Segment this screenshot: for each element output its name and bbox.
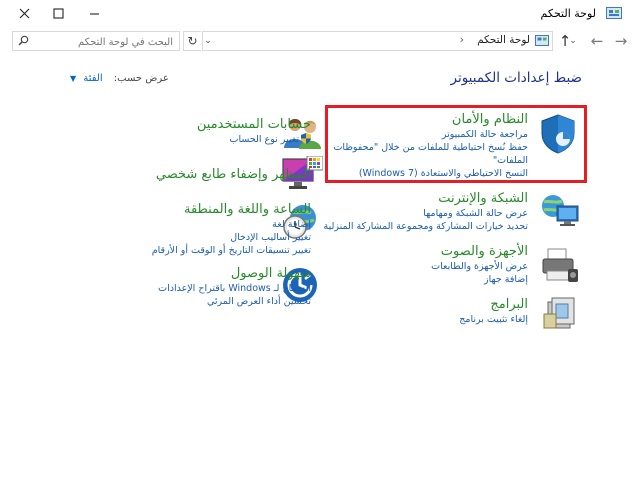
view-by: عرض حسب: الفئة ▼	[70, 73, 169, 84]
link-input-methods[interactable]: تغيير أساليب الإدخال	[51, 231, 311, 244]
category-appearance: المظهر وإضفاء طابع شخصي	[61, 166, 311, 183]
close-icon	[19, 8, 29, 18]
maximize-button[interactable]	[48, 5, 68, 21]
shield-icon[interactable]	[538, 113, 578, 155]
maximize-icon	[52, 7, 64, 19]
search-box[interactable]	[12, 31, 180, 51]
minimize-button[interactable]	[84, 5, 104, 21]
link-optimize-display[interactable]: تحسين أداء العرض المرئي	[51, 295, 311, 308]
address-dropdown-button[interactable]: ⌄	[202, 31, 214, 51]
programs-icon[interactable]	[542, 296, 578, 332]
link-change-account-type[interactable]: تغيير نوع الحساب	[61, 133, 311, 146]
up-button[interactable]: ↑	[556, 32, 574, 50]
category-ease-of-access: سهولة الوصول السماح لـ Windows باقتراح ا…	[51, 265, 311, 308]
refresh-button[interactable]: ↻	[183, 31, 201, 51]
control-panel-icon	[606, 7, 622, 19]
address-row: → ← ⌄ ↑ › لوحة التحكم ⌄ ↻	[0, 28, 640, 54]
link-uninstall-program[interactable]: إلغاء تثبيت برنامج	[278, 313, 528, 326]
back-button[interactable]: →	[612, 32, 630, 50]
search-icon[interactable]	[18, 35, 29, 46]
forward-button[interactable]: ←	[588, 32, 606, 50]
page-title: ضبط إعدادات الكمبيوتر	[450, 70, 583, 86]
link-label: تغيير نوع الحساب	[229, 134, 299, 145]
network-icon[interactable]	[540, 190, 580, 230]
address-bar[interactable]: › لوحة التحكم	[202, 31, 553, 51]
arrow-right-icon: →	[614, 32, 628, 50]
minimize-icon	[89, 12, 99, 15]
breadcrumb-separator: ›	[459, 33, 464, 46]
category-title[interactable]: الساعة واللغة والمنطقة	[51, 201, 311, 218]
refresh-icon: ↻	[187, 34, 198, 48]
window-title: لوحة التحكم	[540, 7, 596, 20]
arrow-up-icon: ↑	[558, 32, 572, 50]
category-title[interactable]: المظهر وإضفاء طابع شخصي	[61, 166, 311, 183]
search-input[interactable]	[31, 33, 175, 51]
arrow-left-icon: ←	[590, 32, 604, 50]
category-user-accounts: حسابات المستخدمين تغيير نوع الحساب	[61, 116, 311, 146]
category-clock-region: الساعة واللغة والمنطقة إضافة لغة تغيير أ…	[51, 201, 311, 257]
view-by-dropdown[interactable]: الفئة	[83, 73, 102, 84]
control-panel-icon	[535, 35, 549, 46]
close-button[interactable]	[14, 5, 34, 21]
category-title[interactable]: سهولة الوصول	[51, 265, 311, 282]
chevron-down-icon: ⌄	[204, 36, 212, 46]
link-add-language[interactable]: إضافة لغة	[51, 218, 311, 231]
title-bar: لوحة التحكم	[0, 0, 640, 28]
link-date-time-formats[interactable]: تغيير تنسيقات التاريخ أو الوقت أو الأرقا…	[51, 244, 311, 257]
breadcrumb-control-panel[interactable]: لوحة التحكم	[477, 34, 530, 46]
category-title[interactable]: الأجهزة والصوت	[278, 243, 528, 260]
printer-icon[interactable]	[540, 245, 580, 285]
category-title[interactable]: حسابات المستخدمين	[61, 116, 311, 133]
link-suggest-settings[interactable]: السماح لـ Windows باقتراح الإعدادات	[51, 282, 311, 295]
view-by-label: عرض حسب:	[113, 73, 169, 84]
caret-down-icon[interactable]: ▼	[70, 74, 76, 83]
uac-shield-icon	[301, 133, 311, 144]
